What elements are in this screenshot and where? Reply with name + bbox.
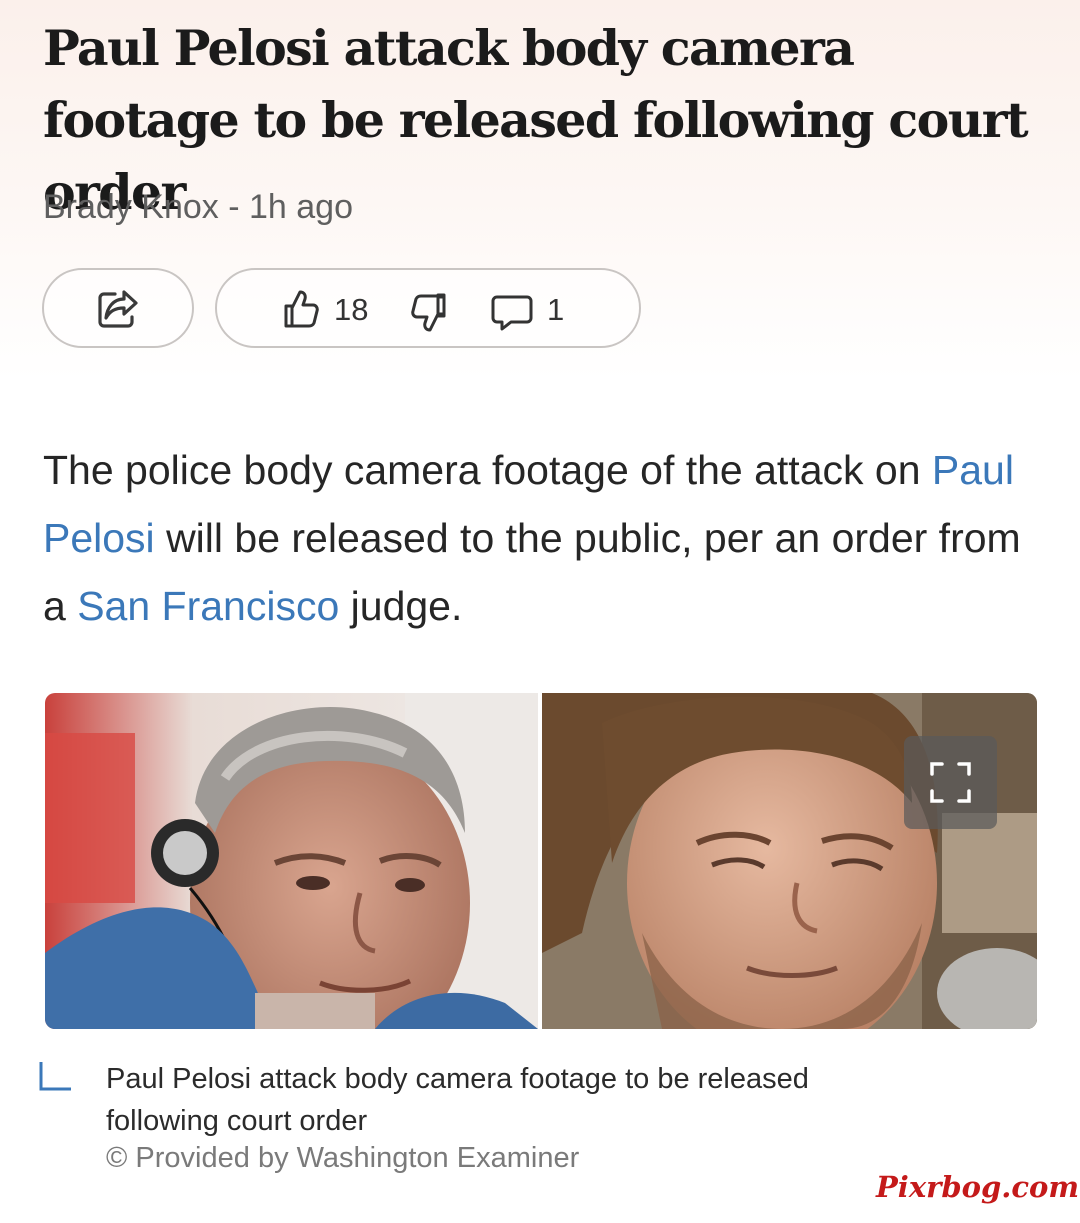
author-name[interactable]: Brady Knox [43, 188, 219, 226]
article-lede: The police body camera footage of the at… [43, 447, 1021, 629]
thumbs-down-icon[interactable] [411, 292, 447, 334]
reactions-bar: 18 1 [215, 268, 641, 348]
image-credit: © Provided by Washington Examiner [106, 1142, 580, 1174]
byline: Brady Knox - 1h ago [43, 188, 353, 227]
expand-icon [930, 762, 971, 803]
byline-separator: - [218, 188, 249, 226]
share-icon [98, 290, 138, 328]
thumbs-up-icon [284, 290, 319, 328]
comment-icon [491, 295, 533, 331]
publish-time: 1h ago [248, 188, 353, 226]
image-caption: Paul Pelosi attack body camera footage t… [106, 1063, 809, 1137]
corner-bracket-icon [39, 1062, 71, 1091]
photo-older-man-headphones [45, 693, 538, 1029]
like-count: 18 [334, 292, 369, 327]
comment-count: 1 [547, 292, 565, 327]
expand-image-button[interactable] [904, 736, 997, 829]
article-image[interactable] [45, 693, 1037, 1029]
link-san-francisco[interactable]: San Francisco [77, 583, 339, 629]
share-button[interactable] [42, 268, 194, 348]
watermark: Pixrbog.com [876, 1170, 1080, 1204]
